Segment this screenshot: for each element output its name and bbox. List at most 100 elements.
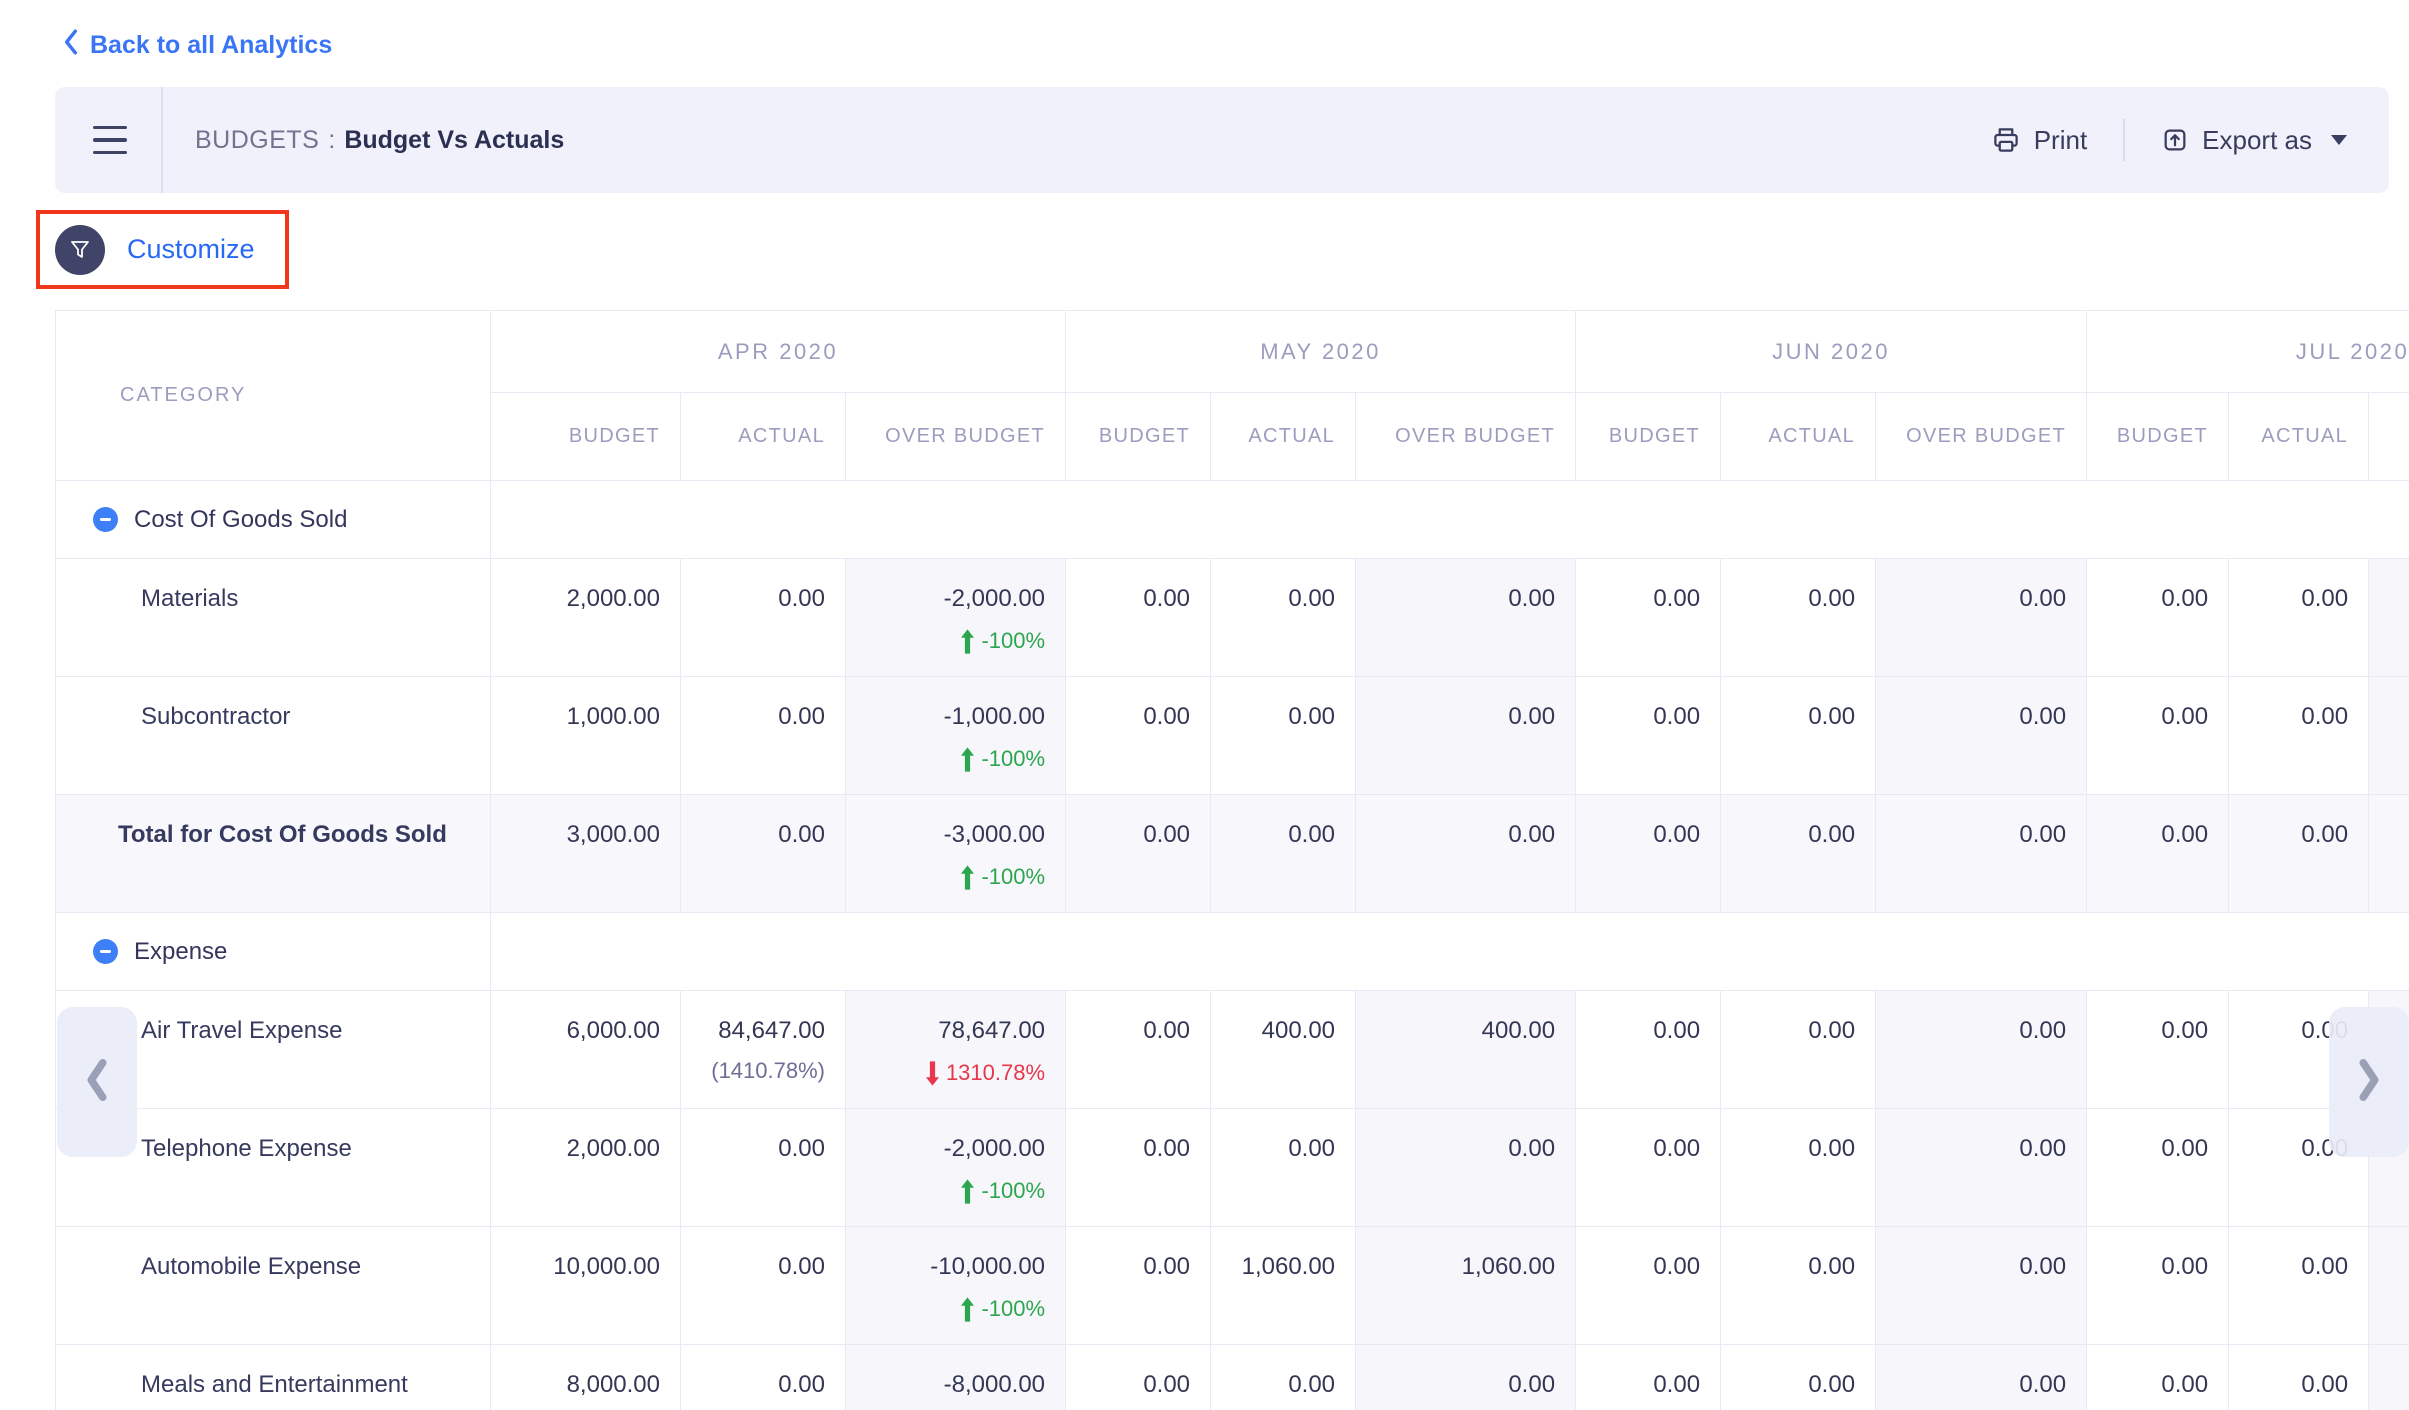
actual-cell: 0.00 bbox=[2229, 795, 2369, 913]
over-budget-column-header: OVER BUDGET bbox=[2369, 393, 2409, 481]
export-icon bbox=[2161, 126, 2189, 154]
category-cell: Meals and Entertainment bbox=[56, 1345, 491, 1410]
month-header-jul: JUL 2020 bbox=[2087, 311, 2409, 393]
over-budget-percent: -100% bbox=[846, 628, 1045, 654]
table-row: Subcontractor1,000.000.00-1,000.00-100%0… bbox=[56, 677, 2409, 795]
group-row-spacer bbox=[491, 481, 2409, 559]
over-budget-percent: -100% bbox=[846, 1296, 1045, 1322]
budget-cell: 3,000.00 bbox=[491, 795, 681, 913]
budget-cell: 0.00 bbox=[1576, 559, 1721, 677]
month-header-apr: APR 2020 bbox=[491, 311, 1066, 393]
over-budget-cell: 0.00 bbox=[1356, 559, 1576, 677]
actual-cell: 0.00 bbox=[2229, 677, 2369, 795]
over-budget-column-header: OVER BUDGET bbox=[846, 393, 1066, 481]
over-budget-cell: 0.00 bbox=[1876, 1345, 2087, 1410]
actual-cell: 0.00 bbox=[1211, 1345, 1356, 1410]
print-button[interactable]: Print bbox=[1991, 125, 2087, 156]
over-budget-column-header: OVER BUDGET bbox=[1356, 393, 1576, 481]
toolbar-divider bbox=[161, 87, 163, 193]
month-header-jun: JUN 2020 bbox=[1576, 311, 2087, 393]
actual-cell: 0.00 bbox=[1211, 795, 1356, 913]
budget-cell: 6,000.00 bbox=[491, 991, 681, 1109]
scroll-right-button[interactable] bbox=[2329, 1007, 2409, 1157]
scroll-left-button[interactable] bbox=[57, 1007, 137, 1157]
category-cell: Subcontractor bbox=[56, 677, 491, 795]
table-row: Expense bbox=[56, 913, 2409, 991]
customize-label: Customize bbox=[127, 234, 255, 265]
actual-cell: 0.00 bbox=[1211, 677, 1356, 795]
actual-cell: 0.00 bbox=[681, 1345, 846, 1410]
budget-cell: 0.00 bbox=[1576, 1109, 1721, 1227]
category-cell: Materials bbox=[56, 559, 491, 677]
table-row: Meals and Entertainment8,000.000.00-8,00… bbox=[56, 1345, 2409, 1410]
actual-cell: 84,647.00(1410.78%) bbox=[681, 991, 846, 1109]
over-budget-cell bbox=[2369, 677, 2409, 795]
budget-cell: 0.00 bbox=[1066, 1109, 1211, 1227]
printer-icon bbox=[1991, 125, 2021, 155]
budget-cell: 0.00 bbox=[1576, 795, 1721, 913]
budget-cell: 0.00 bbox=[1066, 795, 1211, 913]
budget-column-header: BUDGET bbox=[1576, 393, 1721, 481]
group-label: Expense bbox=[134, 938, 227, 966]
budget-cell: 0.00 bbox=[1576, 1345, 1721, 1410]
collapse-group-icon[interactable] bbox=[93, 939, 118, 964]
over-budget-cell: 0.00 bbox=[1876, 1109, 2087, 1227]
table-row: Total for Cost Of Goods Sold3,000.000.00… bbox=[56, 795, 2409, 913]
actual-cell: 0.00 bbox=[1721, 1109, 1876, 1227]
budget-cell: 2,000.00 bbox=[491, 1109, 681, 1227]
arrow-up-icon bbox=[961, 629, 974, 654]
over-budget-cell: 0.00 bbox=[1356, 795, 1576, 913]
over-budget-column-header: OVER BUDGET bbox=[1876, 393, 2087, 481]
module-name: BUDGETS bbox=[195, 126, 319, 155]
table-body: Cost Of Goods SoldMaterials2,000.000.00-… bbox=[56, 481, 2409, 1410]
budget-cell: 0.00 bbox=[2087, 991, 2229, 1109]
over-budget-cell bbox=[2369, 559, 2409, 677]
budget-cell: 0.00 bbox=[2087, 1109, 2229, 1227]
category-cell: Cost Of Goods Sold bbox=[56, 481, 491, 559]
actual-column-header: ACTUAL bbox=[1211, 393, 1356, 481]
hamburger-menu-icon[interactable] bbox=[93, 126, 127, 155]
table-row: Materials2,000.000.00-2,000.00-100%0.000… bbox=[56, 559, 2409, 677]
arrow-up-icon bbox=[961, 747, 974, 772]
actual-cell: 0.00 bbox=[681, 795, 846, 913]
over-budget-cell: -8,000.00 bbox=[846, 1345, 1066, 1410]
back-link-label: Back to all Analytics bbox=[90, 31, 332, 60]
actual-cell: 0.00 bbox=[1721, 1227, 1876, 1345]
actual-cell: 0.00 bbox=[681, 677, 846, 795]
over-budget-cell: 0.00 bbox=[1876, 677, 2087, 795]
actual-percent: (1410.78%) bbox=[681, 1058, 825, 1084]
collapse-group-icon[interactable] bbox=[93, 507, 118, 532]
table-row: Cost Of Goods Sold bbox=[56, 481, 2409, 559]
chevron-right-icon bbox=[2354, 1057, 2384, 1108]
export-as-button[interactable]: Export as bbox=[2161, 125, 2347, 156]
budget-cell: 0.00 bbox=[1066, 559, 1211, 677]
over-budget-cell bbox=[2369, 1227, 2409, 1345]
chevron-left-icon bbox=[82, 1057, 112, 1108]
arrow-up-icon bbox=[961, 865, 974, 890]
actual-cell: 0.00 bbox=[1211, 559, 1356, 677]
over-budget-cell: -2,000.00-100% bbox=[846, 1109, 1066, 1227]
budget-vs-actuals-table: CATEGORY APR 2020 MAY 2020 JUN 2020 JUL … bbox=[55, 310, 2409, 1410]
group-label: Cost Of Goods Sold bbox=[134, 506, 347, 534]
actual-cell: 0.00 bbox=[681, 1227, 846, 1345]
budget-column-header: BUDGET bbox=[1066, 393, 1211, 481]
category-column-header: CATEGORY bbox=[56, 311, 491, 481]
actual-cell: 400.00 bbox=[1211, 991, 1356, 1109]
over-budget-cell: 400.00 bbox=[1356, 991, 1576, 1109]
over-budget-percent: 1310.78% bbox=[846, 1060, 1045, 1086]
table-row: Air Travel Expense6,000.0084,647.00(1410… bbox=[56, 991, 2409, 1109]
over-budget-cell: 0.00 bbox=[1356, 1345, 1576, 1410]
budget-cell: 0.00 bbox=[1576, 1227, 1721, 1345]
over-budget-percent: -100% bbox=[846, 1178, 1045, 1204]
customize-button[interactable]: Customize bbox=[36, 210, 289, 289]
budget-cell: 2,000.00 bbox=[491, 559, 681, 677]
actual-cell: 0.00 bbox=[1721, 559, 1876, 677]
budget-cell: 0.00 bbox=[1576, 677, 1721, 795]
arrow-up-icon bbox=[961, 1297, 974, 1322]
actual-cell: 0.00 bbox=[1721, 795, 1876, 913]
report-title: BUDGETS : Budget Vs Actuals bbox=[195, 126, 564, 155]
print-label: Print bbox=[2034, 125, 2087, 156]
back-to-analytics-link[interactable]: Back to all Analytics bbox=[62, 28, 332, 63]
budget-cell: 0.00 bbox=[2087, 677, 2229, 795]
actual-cell: 0.00 bbox=[1721, 991, 1876, 1109]
